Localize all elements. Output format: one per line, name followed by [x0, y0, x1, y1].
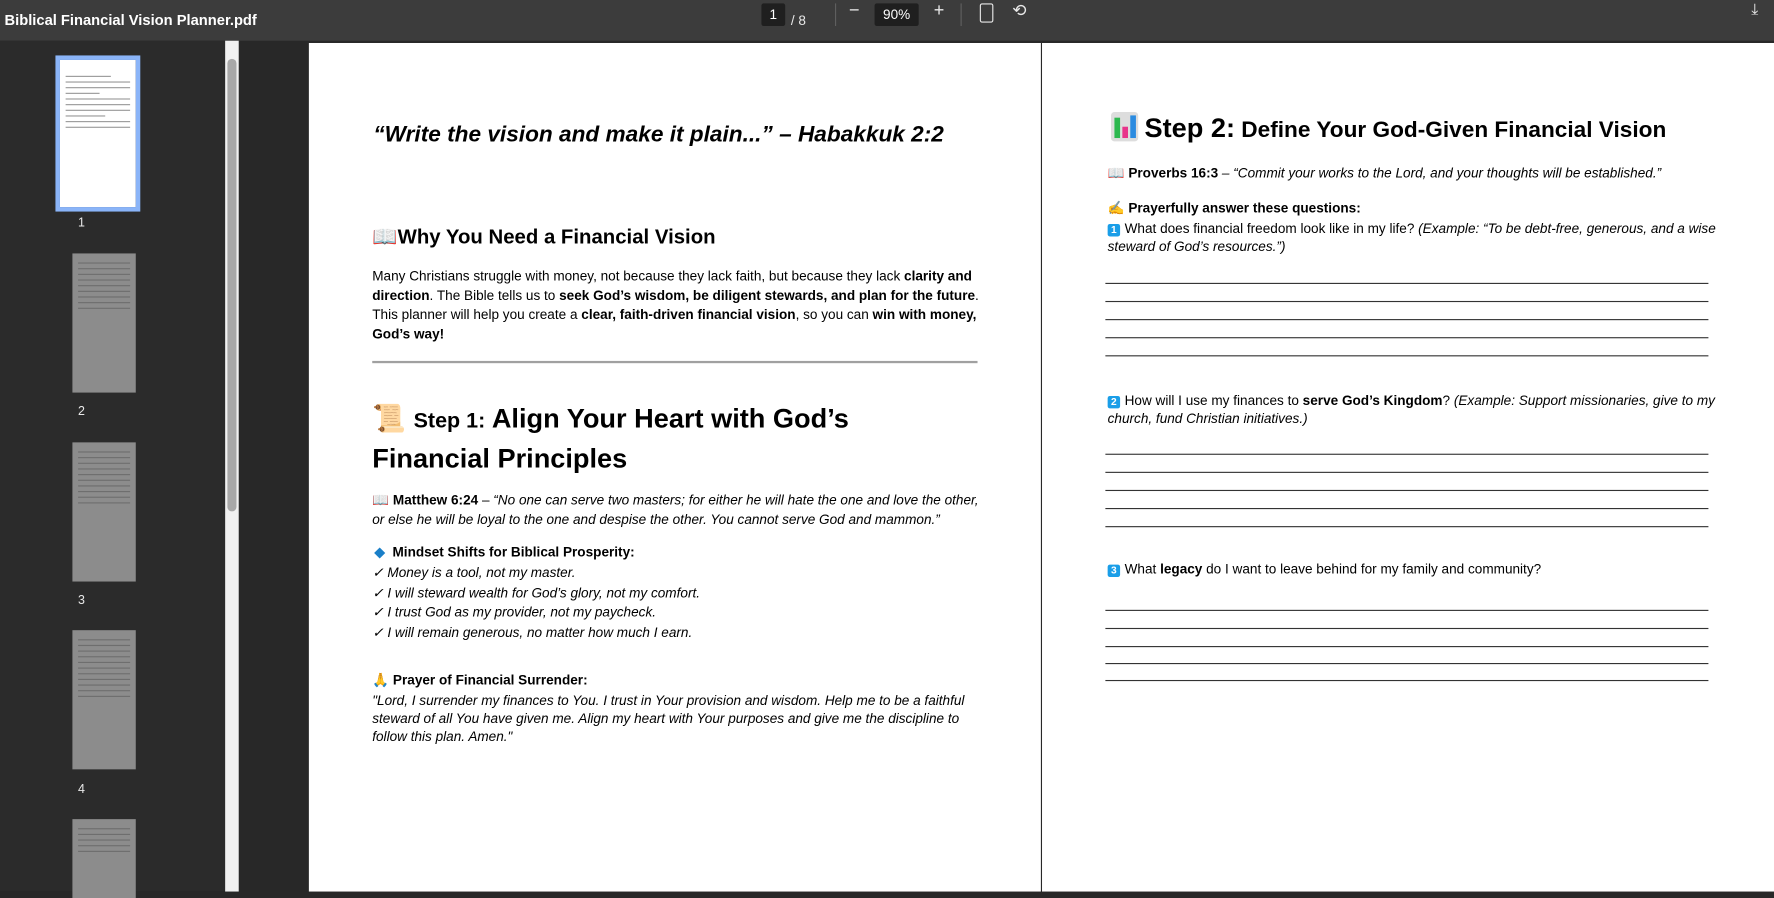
sidebar-scrollbar-thumb[interactable]	[227, 58, 237, 512]
diamond-icon: ◆	[374, 544, 385, 561]
thumbnail-page-2[interactable]	[72, 253, 136, 393]
answer-line[interactable]	[1105, 489, 1709, 492]
download-icon[interactable]: ⤓	[1745, 0, 1765, 23]
mindset-heading: ◆ Mindset Shifts for Biblical Prosperity…	[374, 544, 635, 561]
divider	[834, 3, 837, 27]
why-paragraph: Many Christians struggle with money, not…	[372, 268, 979, 342]
answer-line[interactable]	[1105, 300, 1709, 303]
number-2-icon: 2	[1107, 395, 1121, 409]
book-icon: 📖	[372, 492, 390, 508]
prayer-heading: 🙏 Prayer of Financial Surrender:	[372, 672, 588, 688]
question-3: 3 What legacy do I want to leave behind f…	[1107, 561, 1541, 578]
thumbnail-sidebar: 1 2 3 4	[0, 40, 226, 898]
thumbnail-label: 3	[77, 593, 85, 608]
rotate-icon[interactable]: ⟲	[1009, 0, 1029, 23]
zoom-level-input[interactable]: 90%	[874, 3, 919, 27]
prayer-text: "Lord, I surrender my finances to You. I…	[372, 692, 965, 745]
section-divider	[372, 360, 978, 364]
thumbnail-page-3[interactable]	[72, 442, 136, 582]
toolbar: Biblical Financial Vision Planner.pdf 1 …	[0, 0, 1774, 41]
thumbnail-label: 2	[77, 405, 85, 419]
step2-heading: Step 2: Define Your God-Given Financial …	[1111, 112, 1666, 145]
prayerfully-heading: ✍ Prayerfully answer these questions:	[1107, 200, 1361, 217]
matthew-verse: 📖 Matthew 6:24 – “No one can serve two m…	[372, 492, 979, 528]
answer-line[interactable]	[1105, 282, 1709, 284]
mindset-list: ✓ Money is a tool, not my master. ✓ I wil…	[372, 564, 701, 640]
number-1-icon: 1	[1107, 224, 1121, 237]
writing-hand-icon: ✍	[1107, 200, 1125, 217]
proverbs-verse: 📖 Proverbs 16:3 – “Commit your works to …	[1107, 165, 1662, 182]
answer-line[interactable]	[1105, 646, 1709, 648]
opening-quote: “Write the vision and make it plain...” …	[373, 122, 944, 148]
question-2: 2 How will I use my finances to serve God…	[1107, 392, 1715, 427]
answer-line[interactable]	[1105, 507, 1709, 510]
fit-page-icon[interactable]	[979, 3, 994, 23]
book-icon: 📖	[372, 225, 398, 248]
answer-line[interactable]	[1105, 679, 1709, 682]
thumbnail-label: 4	[77, 782, 85, 797]
page-number-input[interactable]: 1	[761, 3, 786, 27]
document-title: Biblical Financial Vision Planner.pdf	[4, 11, 257, 29]
praying-hands-icon: 🙏	[372, 672, 390, 688]
thumbnail-page-1[interactable]	[55, 55, 141, 212]
question-1: 1 What does financial freedom look like i…	[1107, 220, 1716, 255]
scroll-icon: 📜	[372, 403, 407, 435]
thumbnail-label: 1	[77, 216, 85, 230]
answer-line[interactable]	[1105, 526, 1709, 528]
zoom-in-button[interactable]: +	[929, 1, 949, 24]
answer-line[interactable]	[1105, 337, 1709, 339]
book-icon: 📖	[1107, 165, 1125, 182]
why-heading: 📖Why You Need a Financial Vision	[372, 225, 716, 248]
zoom-out-button[interactable]: −	[844, 1, 864, 24]
answer-line[interactable]	[1105, 355, 1709, 357]
answer-line[interactable]	[1105, 663, 1709, 665]
divider	[960, 3, 962, 27]
thumbnail-page-4[interactable]	[72, 630, 136, 770]
answer-line[interactable]	[1105, 319, 1709, 321]
number-3-icon: 3	[1107, 564, 1121, 578]
answer-line[interactable]	[1105, 453, 1709, 455]
answer-line[interactable]	[1105, 609, 1709, 611]
answer-line[interactable]	[1105, 627, 1709, 630]
thumbnail-page-5[interactable]	[72, 819, 136, 898]
total-pages: / 8	[790, 12, 806, 29]
step1-heading: 📜 Step 1: Align Your Heart with God’s Fi…	[372, 403, 849, 475]
answer-line[interactable]	[1105, 471, 1709, 473]
bar-chart-icon	[1111, 112, 1139, 142]
